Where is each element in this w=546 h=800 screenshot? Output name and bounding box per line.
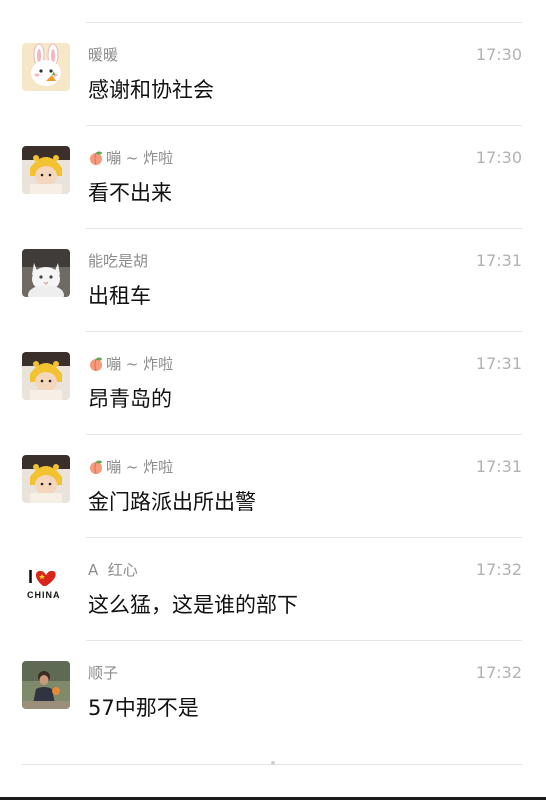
china-label: CHINA bbox=[27, 590, 61, 600]
message-item[interactable]: 能吃是胡 17:31 出租车 bbox=[0, 229, 546, 332]
peach-icon bbox=[90, 460, 102, 475]
message-time: 17:32 bbox=[475, 560, 522, 579]
scroll-dot-indicator bbox=[271, 761, 275, 765]
message-time: 17:30 bbox=[475, 148, 522, 167]
message-text: 57中那不是 bbox=[88, 696, 199, 720]
message-time: 17:31 bbox=[475, 354, 522, 373]
message-item[interactable]: 顺子 17:32 57中那不是 bbox=[0, 641, 546, 744]
message-item[interactable]: 嘣 ~ 炸啦 17:31 昂青岛的 bbox=[0, 332, 546, 435]
cat-avatar[interactable] bbox=[22, 249, 70, 297]
peach-icon bbox=[90, 357, 102, 372]
message-time: 17:30 bbox=[475, 45, 522, 64]
sender-name: 暖暖 bbox=[88, 46, 119, 64]
baby-yellow-hat-avatar[interactable] bbox=[22, 146, 70, 194]
message-item[interactable]: 嘣 ~ 炸啦 17:30 看不出来 bbox=[0, 126, 546, 229]
message-text: 看不出来 bbox=[88, 181, 172, 205]
message-time: 17:32 bbox=[475, 663, 522, 682]
message-text: 这么猛，这是谁的部下 bbox=[88, 593, 298, 617]
i-letter: I bbox=[28, 567, 33, 587]
message-time: 17:31 bbox=[475, 457, 522, 476]
message-list: 暖暖 17:30 感谢和协社会 嘣 ~ 炸啦 17:30 看不出来 能吃是胡 1… bbox=[0, 23, 546, 744]
message-text: 出租车 bbox=[88, 284, 151, 308]
sender-name: 能吃是胡 bbox=[88, 252, 149, 270]
sender-name: 顺子 bbox=[88, 664, 119, 682]
bunny-avatar[interactable] bbox=[22, 43, 70, 91]
message-item[interactable]: 暖暖 17:30 感谢和协社会 bbox=[0, 23, 546, 126]
message-text: 感谢和协社会 bbox=[88, 78, 214, 102]
message-item[interactable]: 嘣 ~ 炸啦 17:31 金门路派出所出警 bbox=[0, 435, 546, 538]
message-text: 金门路派出所出警 bbox=[88, 490, 256, 514]
sender-name: 嘣 ~ 炸啦 bbox=[88, 148, 173, 168]
person-photo-avatar[interactable] bbox=[22, 661, 70, 709]
peach-icon bbox=[90, 151, 102, 166]
message-text: 昂青岛的 bbox=[88, 387, 172, 411]
baby-yellow-hat-avatar[interactable] bbox=[22, 352, 70, 400]
message-time: 17:31 bbox=[475, 251, 522, 270]
message-item[interactable]: I CHINA A 红心 17:32 这么猛，这是谁的部下 bbox=[0, 538, 546, 641]
sender-name: 嘣 ~ 炸啦 bbox=[88, 457, 173, 477]
sender-name: 嘣 ~ 炸啦 bbox=[88, 354, 173, 374]
sender-name: A 红心 bbox=[88, 561, 138, 579]
i-love-china-avatar[interactable]: I CHINA bbox=[22, 558, 70, 606]
baby-yellow-hat-avatar[interactable] bbox=[22, 455, 70, 503]
